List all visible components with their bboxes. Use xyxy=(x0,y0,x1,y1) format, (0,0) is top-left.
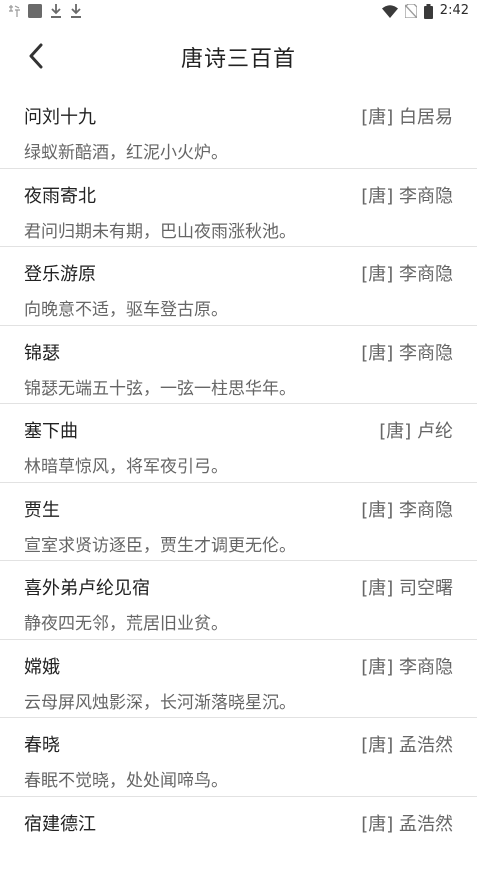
poem-first-line: 君问归期未有期，巴山夜雨涨秋池。 xyxy=(24,217,296,242)
poem-first-line: 绿蚁新醅酒，红泥小火炉。 xyxy=(24,138,228,163)
page-title: 唐诗三百首 xyxy=(0,41,477,73)
poem-title: 塞下曲 xyxy=(24,417,78,443)
poem-first-line: 宣室求贤访逐臣，贾生才调更无伦。 xyxy=(24,531,296,556)
poem-title: 锦瑟 xyxy=(24,339,60,365)
poem-first-line: 锦瑟无端五十弦，一弦一柱思华年。 xyxy=(24,374,296,399)
poem-title: 夜雨寄北 xyxy=(24,182,96,208)
list-item[interactable]: 登乐游原 [唐] 李商隐 向晚意不适，驱车登古原。 xyxy=(0,247,477,326)
poem-author: [唐] 李商隐 xyxy=(361,339,453,365)
list-item[interactable]: 春晓 [唐] 孟浩然 春眠不觉晓，处处闻啼鸟。 xyxy=(0,718,477,797)
poem-author: [唐] 李商隐 xyxy=(361,653,453,679)
status-bar: 2:42 xyxy=(0,0,477,22)
poem-first-line: 林暗草惊风，将军夜引弓。 xyxy=(24,452,228,477)
list-item[interactable]: 喜外弟卢纶见宿 [唐] 司空曙 静夜四无邻，荒居旧业贫。 xyxy=(0,561,477,640)
poem-list: 问刘十九 [唐] 白居易 绿蚁新醅酒，红泥小火炉。 夜雨寄北 [唐] 李商隐 君… xyxy=(0,90,477,875)
poem-author: [唐] 李商隐 xyxy=(361,182,453,208)
list-item[interactable]: 问刘十九 [唐] 白居易 绿蚁新醅酒，红泥小火炉。 xyxy=(0,90,477,169)
poem-author: [唐] 孟浩然 xyxy=(361,731,453,757)
status-bar-system: 2:42 xyxy=(382,3,469,19)
poem-title: 喜外弟卢纶见宿 xyxy=(24,574,150,600)
battery-icon xyxy=(424,4,433,19)
list-item[interactable]: 贾生 [唐] 李商隐 宣室求贤访逐臣，贾生才调更无伦。 xyxy=(0,483,477,562)
poem-author: [唐] 卢纶 xyxy=(379,417,453,443)
poem-first-line: 春眠不觉晓，处处闻啼鸟。 xyxy=(24,766,228,791)
poem-app-notification-icon xyxy=(8,5,20,17)
poem-title: 登乐游原 xyxy=(24,260,96,286)
list-item[interactable]: 嫦娥 [唐] 李商隐 云母屏风烛影深，长河渐落晓星沉。 xyxy=(0,640,477,719)
no-sim-icon xyxy=(405,4,417,18)
download-icon xyxy=(50,4,62,18)
app-header: 唐诗三百首 xyxy=(0,22,477,90)
status-bar-notifications xyxy=(8,3,82,19)
poem-author: [唐] 司空曙 xyxy=(361,574,453,600)
poem-title: 贾生 xyxy=(24,496,60,522)
poem-title: 宿建德江 xyxy=(24,810,96,836)
list-item[interactable]: 夜雨寄北 [唐] 李商隐 君问归期未有期，巴山夜雨涨秋池。 xyxy=(0,169,477,248)
poem-first-line: 云母屏风烛影深，长河渐落晓星沉。 xyxy=(24,688,296,713)
list-item[interactable]: 锦瑟 [唐] 李商隐 锦瑟无端五十弦，一弦一柱思华年。 xyxy=(0,326,477,405)
poem-author: [唐] 李商隐 xyxy=(361,260,453,286)
poem-author: [唐] 李商隐 xyxy=(361,496,453,522)
download-icon xyxy=(70,4,82,18)
wifi-icon xyxy=(382,5,398,18)
poem-author: [唐] 孟浩然 xyxy=(361,810,453,836)
square-notification-icon xyxy=(28,4,42,18)
poem-first-line: 向晚意不适，驱车登古原。 xyxy=(24,295,228,320)
poem-first-line: 静夜四无邻，荒居旧业贫。 xyxy=(24,609,228,634)
list-item[interactable]: 宿建德江 [唐] 孟浩然 xyxy=(0,797,477,875)
poem-title: 嫦娥 xyxy=(24,653,60,679)
poem-title: 春晓 xyxy=(24,731,60,757)
poem-title: 问刘十九 xyxy=(24,103,96,129)
poem-author: [唐] 白居易 xyxy=(361,103,453,129)
list-item[interactable]: 塞下曲 [唐] 卢纶 林暗草惊风，将军夜引弓。 xyxy=(0,404,477,483)
status-time: 2:42 xyxy=(440,3,469,19)
